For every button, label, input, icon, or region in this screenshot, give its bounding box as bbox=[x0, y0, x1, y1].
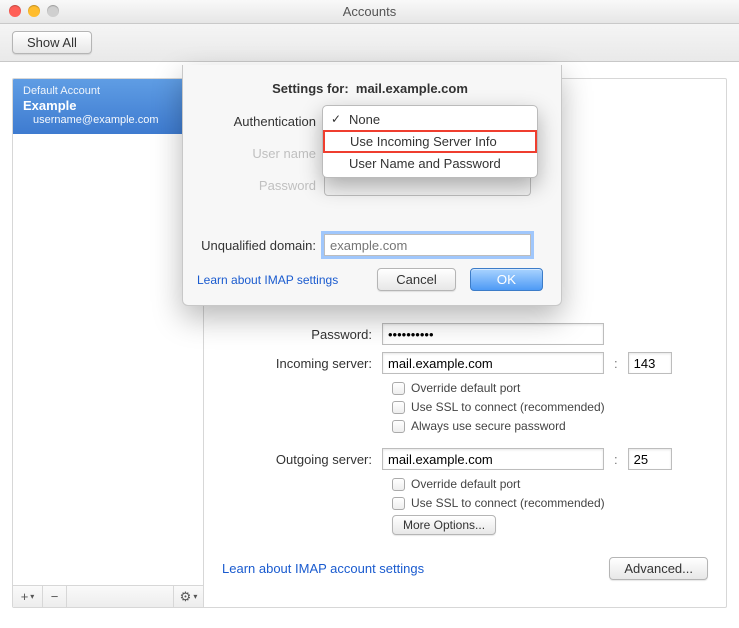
incoming-override-port-row[interactable]: Override default port bbox=[392, 381, 708, 395]
checkbox-icon[interactable] bbox=[392, 497, 405, 510]
unqualified-domain-field[interactable] bbox=[324, 234, 531, 256]
use-ssl-label: Use SSL to connect (recommended) bbox=[411, 496, 605, 510]
incoming-ssl-row[interactable]: Use SSL to connect (recommended) bbox=[392, 400, 708, 414]
ok-button[interactable]: OK bbox=[470, 268, 543, 291]
learn-imap-settings-link[interactable]: Learn about IMAP settings bbox=[197, 273, 338, 287]
unqualified-domain-row: Unqualified domain: bbox=[197, 234, 543, 256]
secure-password-label: Always use secure password bbox=[411, 419, 566, 433]
actions-menu-button[interactable]: ⚙ ▾ bbox=[173, 586, 203, 608]
window-title: Accounts bbox=[343, 4, 396, 19]
use-ssl-label: Use SSL to connect (recommended) bbox=[411, 400, 605, 414]
incoming-secure-password-row[interactable]: Always use secure password bbox=[392, 419, 708, 433]
dropdown-option-incoming[interactable]: Use Incoming Server Info bbox=[323, 130, 537, 153]
bottom-row: Learn about IMAP account settings Advanc… bbox=[222, 557, 708, 580]
account-item[interactable]: Default Account Example username@example… bbox=[13, 79, 203, 134]
remove-account-button[interactable]: − bbox=[43, 586, 67, 608]
outgoing-server-row: Outgoing server: : bbox=[222, 448, 708, 470]
outgoing-server-label: Outgoing server: bbox=[222, 452, 382, 467]
zoom-icon[interactable] bbox=[47, 5, 59, 17]
password-label: Password: bbox=[222, 327, 382, 342]
show-all-button[interactable]: Show All bbox=[12, 31, 92, 54]
account-name: Example bbox=[23, 98, 193, 113]
checkbox-icon[interactable] bbox=[392, 478, 405, 491]
accounts-sidebar: Default Account Example username@example… bbox=[13, 79, 204, 607]
cancel-button[interactable]: Cancel bbox=[377, 268, 455, 291]
incoming-server-label: Incoming server: bbox=[222, 356, 382, 371]
port-separator: : bbox=[614, 356, 618, 371]
more-options-button[interactable]: More Options... bbox=[392, 515, 496, 535]
dropdown-option-none[interactable]: None bbox=[323, 109, 537, 130]
dropdown-option-userpass[interactable]: User Name and Password bbox=[323, 153, 537, 174]
checkbox-icon[interactable] bbox=[392, 401, 405, 414]
smtp-settings-sheet: Settings for: mail.example.com Authentic… bbox=[182, 65, 562, 306]
chevron-down-icon: ▾ bbox=[30, 592, 34, 601]
sheet-title: Settings for: mail.example.com bbox=[197, 81, 543, 96]
chevron-down-icon: ▾ bbox=[193, 592, 197, 601]
password-row: Password: bbox=[222, 323, 708, 345]
incoming-port-field[interactable] bbox=[628, 352, 672, 374]
incoming-server-row: Incoming server: : bbox=[222, 352, 708, 374]
password-label: Password bbox=[197, 178, 324, 193]
default-account-label: Default Account bbox=[23, 85, 193, 97]
plus-icon: + bbox=[21, 589, 29, 604]
port-separator: : bbox=[614, 452, 618, 467]
authentication-dropdown[interactable]: None Use Incoming Server Info User Name … bbox=[322, 105, 538, 178]
password-field[interactable] bbox=[382, 323, 604, 345]
titlebar: Accounts bbox=[0, 0, 739, 24]
window-controls bbox=[9, 5, 59, 17]
checkbox-icon[interactable] bbox=[392, 420, 405, 433]
close-icon[interactable] bbox=[9, 5, 21, 17]
unqualified-domain-label: Unqualified domain: bbox=[197, 238, 324, 253]
override-port-label: Override default port bbox=[411, 381, 520, 395]
outgoing-override-port-row[interactable]: Override default port bbox=[392, 477, 708, 491]
outgoing-port-field[interactable] bbox=[628, 448, 672, 470]
account-email: username@example.com bbox=[23, 114, 193, 126]
learn-imap-account-link[interactable]: Learn about IMAP account settings bbox=[222, 561, 424, 576]
advanced-button[interactable]: Advanced... bbox=[609, 557, 708, 580]
override-port-label: Override default port bbox=[411, 477, 520, 491]
checkbox-icon[interactable] bbox=[392, 382, 405, 395]
authentication-label: Authentication bbox=[197, 114, 324, 129]
toolbar: Show All bbox=[0, 24, 739, 62]
outgoing-server-field[interactable] bbox=[382, 448, 604, 470]
username-label: User name bbox=[197, 146, 324, 161]
add-account-button[interactable]: + ▾ bbox=[13, 586, 43, 608]
outgoing-ssl-row[interactable]: Use SSL to connect (recommended) bbox=[392, 496, 708, 510]
gear-icon: ⚙ bbox=[180, 589, 192, 605]
incoming-server-field[interactable] bbox=[382, 352, 604, 374]
minus-icon: − bbox=[51, 589, 59, 604]
minimize-icon[interactable] bbox=[28, 5, 40, 17]
sidebar-footer: + ▾ − ⚙ ▾ bbox=[13, 585, 203, 607]
sheet-footer: Learn about IMAP settings Cancel OK bbox=[197, 268, 543, 291]
